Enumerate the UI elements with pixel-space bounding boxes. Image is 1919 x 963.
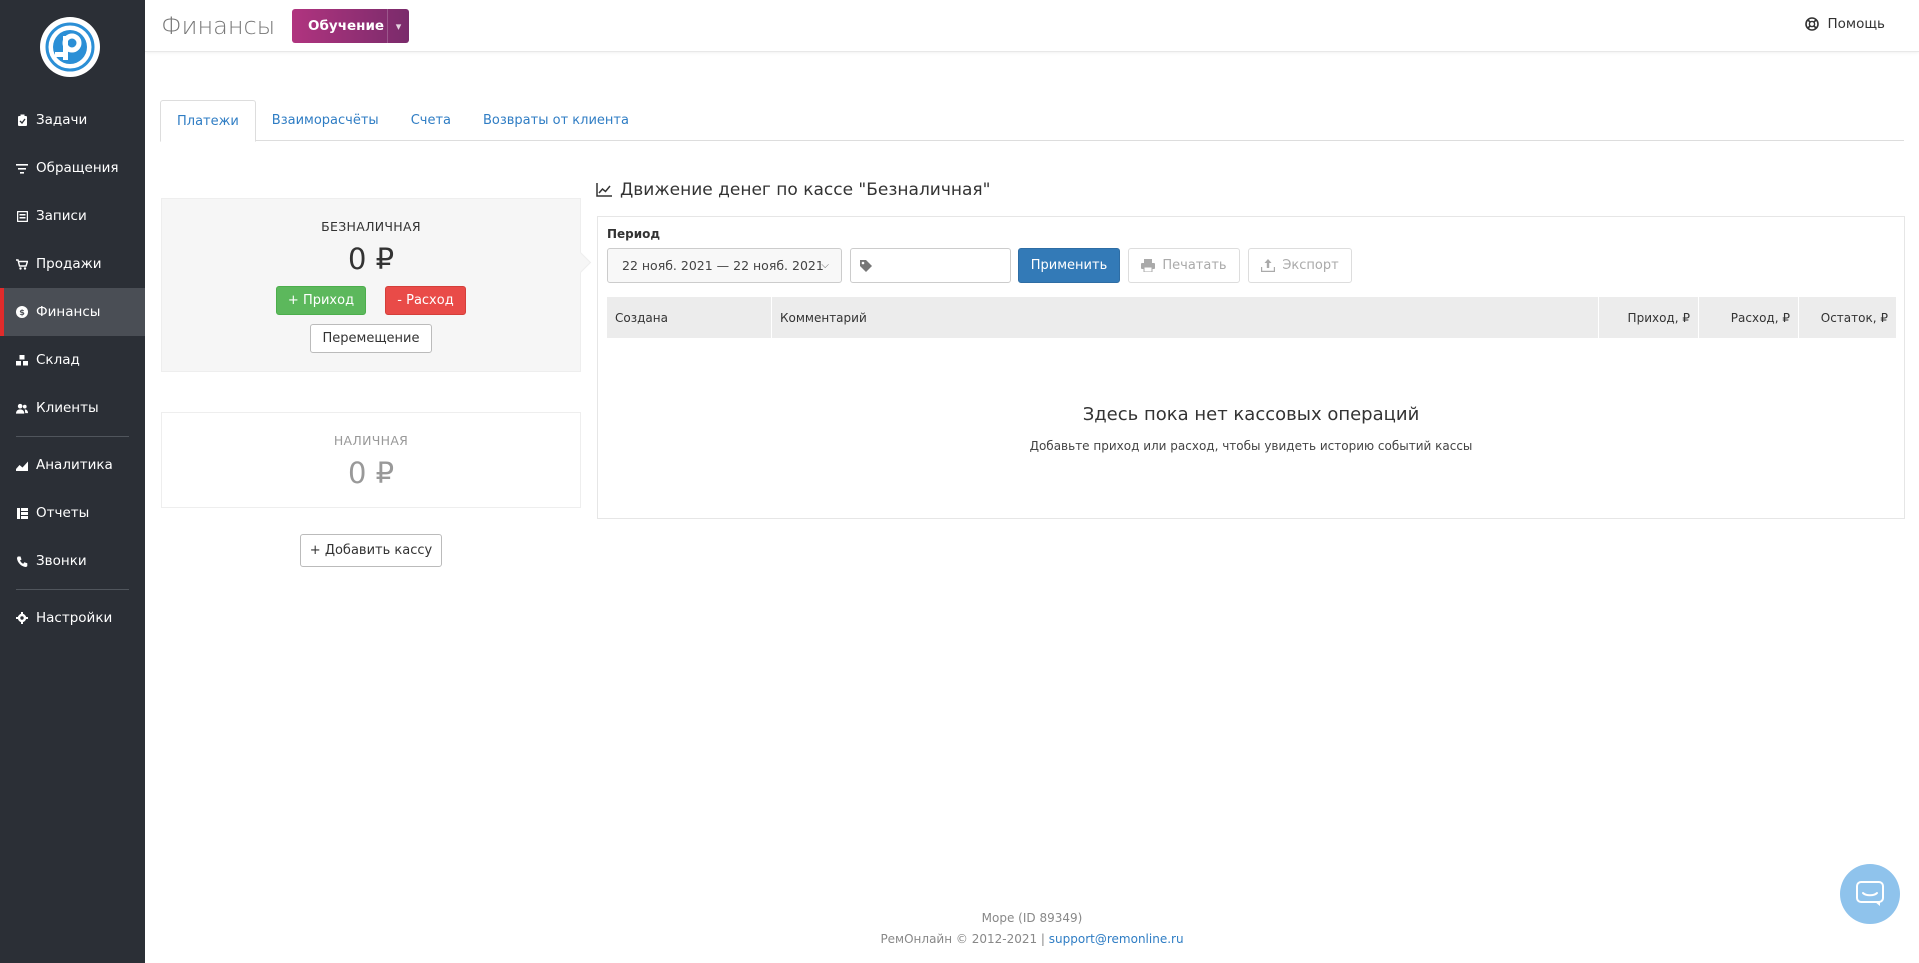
sidebar-item-sales[interactable]: Продажи	[0, 240, 145, 288]
help-label: Помощь	[1827, 16, 1885, 32]
svg-text:$: $	[19, 308, 25, 317]
chat-widget-button[interactable]	[1840, 864, 1900, 924]
top-header: Финансы Обучение ▾ Помощь	[145, 0, 1919, 52]
cashbox-balance: 0 ₽	[347, 456, 395, 490]
boxes-icon	[16, 354, 28, 366]
chevron-down-icon: ⌵	[821, 260, 829, 271]
sidebar-item-appointments[interactable]: Записи	[0, 192, 145, 240]
dollar-icon: $	[16, 306, 28, 318]
cashbox-name: БЕЗНАЛИЧНАЯ	[321, 219, 421, 234]
movement-heading: Движение денег по кассе "Безналичная"	[596, 180, 990, 200]
sidebar-item-label: Обращения	[36, 160, 119, 176]
learning-dropdown-button[interactable]: Обучение ▾	[292, 9, 409, 43]
column-header-expense: Расход, ₽	[1699, 297, 1799, 338]
cart-icon	[16, 258, 28, 270]
sidebar-item-warehouse[interactable]: Склад	[0, 336, 145, 384]
tag-filter-input[interactable]	[850, 248, 1011, 283]
empty-state-title: Здесь пока нет кассовых операций	[1082, 404, 1420, 425]
chart-icon	[16, 459, 28, 471]
sidebar-item-clients[interactable]: Клиенты	[0, 384, 145, 432]
print-button[interactable]: Печатать	[1128, 248, 1240, 283]
cashbox-card-cashless[interactable]: БЕЗНАЛИЧНАЯ 0 ₽ + Приход - Расход Переме…	[161, 198, 581, 372]
sidebar-nav: Задачи Обращения Записи Продажи $ Финанс…	[0, 96, 145, 642]
sidebar-item-label: Аналитика	[36, 457, 113, 473]
tab-settlements[interactable]: Взаиморасчёты	[256, 100, 395, 141]
footer-company: Море (ID 89349)	[981, 911, 1083, 925]
calendar-icon	[16, 210, 28, 222]
export-button[interactable]: Экспорт	[1248, 248, 1352, 283]
column-header-balance: Остаток, ₽	[1820, 310, 1888, 325]
remonline-logo-icon	[45, 22, 95, 72]
gear-icon	[16, 612, 28, 624]
sidebar-item-finance[interactable]: $ Финансы	[0, 288, 145, 336]
sidebar-item-label: Записи	[36, 208, 87, 224]
sidebar-item-label: Склад	[36, 352, 80, 368]
expense-button[interactable]: - Расход	[385, 286, 466, 315]
movement-panel: Период 22 нояб. 2021 — 22 нояб. 2021 ⌵ П…	[597, 216, 1905, 519]
sidebar-item-label: Настройки	[36, 610, 113, 626]
tag-icon	[860, 259, 872, 272]
support-email-link[interactable]: support@remonline.ru	[1049, 932, 1184, 946]
phone-icon	[16, 555, 28, 567]
line-chart-icon	[596, 183, 612, 197]
sidebar-item-tasks[interactable]: Задачи	[0, 96, 145, 144]
cashbox-name: НАЛИЧНАЯ	[333, 433, 409, 448]
footer-copyright: РемОнлайн © 2012-2021 | support@remonlin…	[145, 932, 1919, 946]
cashbox-balance: 0 ₽	[347, 242, 395, 276]
logo[interactable]	[40, 17, 100, 77]
sidebar-item-label: Продажи	[36, 256, 102, 272]
tab-payments[interactable]: Платежи	[160, 100, 256, 142]
sidebar-item-label: Клиенты	[36, 400, 99, 416]
column-header-comment: Комментарий	[772, 297, 1599, 338]
printer-icon	[1141, 259, 1156, 272]
sidebar-item-analytics[interactable]: Аналитика	[0, 441, 145, 489]
operations-table-header: Создана Комментарий Приход, ₽ Расход, ₽ …	[607, 297, 1896, 338]
date-range-picker[interactable]: 22 нояб. 2021 — 22 нояб. 2021 ⌵	[607, 248, 842, 283]
finance-tabs: Платежи Взаиморасчёты Счета Возвраты от …	[160, 100, 1904, 142]
tab-invoices[interactable]: Счета	[395, 100, 467, 141]
filter-icon	[16, 162, 28, 174]
sidebar-item-label: Финансы	[36, 304, 101, 320]
apply-button[interactable]: Применить	[1018, 248, 1120, 283]
learning-label: Обучение	[308, 18, 385, 34]
cashbox-actions: + Приход - Расход	[162, 286, 580, 315]
column-header-income: Приход, ₽	[1599, 297, 1699, 338]
chat-icon	[1856, 881, 1884, 906]
column-header-created[interactable]: Создана	[607, 297, 772, 338]
transfer-button[interactable]: Перемещение	[310, 324, 432, 353]
page-title: Финансы	[161, 12, 276, 40]
cashbox-card-cash[interactable]: НАЛИЧНАЯ 0 ₽	[161, 412, 581, 508]
export-label: Экспорт	[1282, 258, 1339, 273]
date-range-value: 22 нояб. 2021 — 22 нояб. 2021	[622, 258, 824, 273]
help-link[interactable]: Помощь	[1805, 16, 1885, 32]
table-icon	[16, 507, 28, 519]
sidebar: Задачи Обращения Записи Продажи $ Финанс…	[0, 0, 145, 963]
sidebar-item-label: Отчеты	[36, 505, 90, 521]
sidebar-item-calls[interactable]: Звонки	[0, 537, 145, 585]
sidebar-item-label: Звонки	[36, 553, 87, 569]
income-button[interactable]: + Приход	[276, 286, 366, 315]
sidebar-item-label: Задачи	[36, 112, 88, 128]
movement-title: Движение денег по кассе "Безналичная"	[620, 180, 991, 200]
print-label: Печатать	[1162, 258, 1227, 273]
clipboard-icon	[16, 114, 28, 126]
sidebar-item-requests[interactable]: Обращения	[0, 144, 145, 192]
period-label: Период	[607, 227, 661, 241]
export-icon	[1261, 259, 1276, 272]
copyright-text: РемОнлайн © 2012-2021 |	[880, 932, 1049, 946]
sidebar-divider	[16, 436, 129, 437]
sidebar-item-reports[interactable]: Отчеты	[0, 489, 145, 537]
sidebar-item-settings[interactable]: Настройки	[0, 594, 145, 642]
add-cashbox-button[interactable]: + Добавить кассу	[300, 534, 442, 567]
empty-state-subtitle: Добавьте приход или расход, чтобы увидет…	[1029, 439, 1473, 453]
chevron-down-icon[interactable]: ▾	[387, 9, 409, 43]
tab-client-refunds[interactable]: Возвраты от клиента	[467, 100, 645, 141]
lifebuoy-icon	[1805, 17, 1820, 31]
users-icon	[16, 402, 28, 414]
sidebar-divider	[16, 589, 129, 590]
